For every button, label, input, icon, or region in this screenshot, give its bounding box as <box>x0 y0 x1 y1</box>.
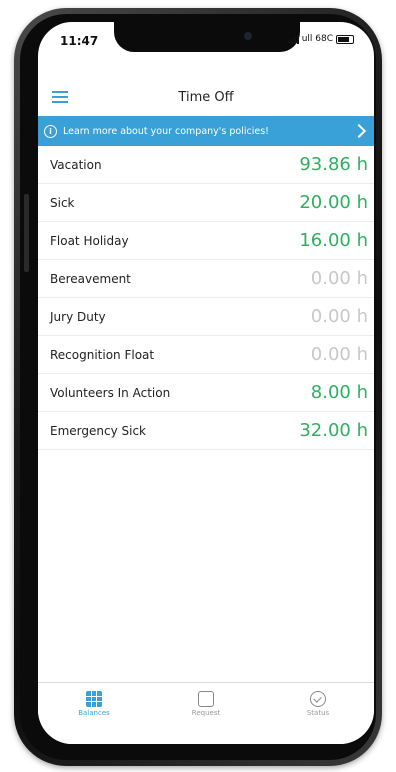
balance-value: 0.00 h <box>310 306 368 327</box>
app-screen: 11:47 ull 68C Time Off i Learn more abou… <box>38 22 374 744</box>
balance-row[interactable]: Volunteers In Action 8.00 h <box>38 374 374 412</box>
balance-row[interactable]: Recognition Float 0.00 h <box>38 336 374 374</box>
balance-label: Sick <box>50 195 75 210</box>
banner-text: Learn more about your company's policies… <box>63 125 269 137</box>
balance-value: 93.86 h <box>299 154 368 175</box>
balance-row[interactable]: Bereavement 0.00 h <box>38 260 374 298</box>
balance-row[interactable]: Float Holiday 16.00 h <box>38 222 374 260</box>
balance-row[interactable]: Vacation 93.86 h <box>38 146 374 184</box>
request-icon <box>198 691 214 707</box>
balance-label: Float Holiday <box>50 233 129 248</box>
balance-row[interactable]: Emergency Sick 32.00 h <box>38 412 374 450</box>
check-circle-icon <box>310 691 326 707</box>
tab-status[interactable]: Status <box>278 691 358 717</box>
tab-label: Status <box>306 709 330 717</box>
balance-label: Volunteers In Action <box>50 385 171 400</box>
grid-icon <box>86 691 102 707</box>
battery-icon <box>336 34 354 44</box>
balance-value: 16.00 h <box>299 230 368 251</box>
tab-request[interactable]: Request <box>166 691 246 717</box>
balance-row[interactable]: Sick 20.00 h <box>38 184 374 222</box>
balance-value: 0.00 h <box>310 344 368 365</box>
stage: 11:47 ull 68C Time Off i Learn more abou… <box>0 0 396 772</box>
chevron-right-icon <box>351 123 367 139</box>
tab-label: Request <box>191 709 221 717</box>
camera-icon <box>244 32 252 40</box>
tab-balances[interactable]: Balances <box>54 691 134 717</box>
signal-icon <box>287 34 299 44</box>
tab-bar: Balances Request Status <box>38 682 374 744</box>
balance-row[interactable]: Jury Duty 0.00 h <box>38 298 374 336</box>
balance-label: Bereavement <box>50 271 131 286</box>
balance-value: 8.00 h <box>310 382 368 403</box>
status-indicators: ull 68C <box>287 34 354 44</box>
balance-label: Recognition Float <box>50 347 155 362</box>
page-title: Time Off <box>178 90 234 105</box>
status-carrier: ull 68C <box>301 34 333 44</box>
balance-value: 20.00 h <box>299 192 368 213</box>
balance-list: Vacation 93.86 h Sick 20.00 h Float Holiday 1… <box>38 146 374 450</box>
balance-label: Vacation <box>50 157 102 172</box>
info-icon: i <box>44 124 57 138</box>
status-time: 11:47 <box>60 34 99 48</box>
volume-button <box>24 194 29 272</box>
balance-value: 0.00 h <box>310 268 368 289</box>
policy-banner[interactable]: i Learn more about your company's polici… <box>38 116 374 146</box>
nav-bar: Time Off <box>38 80 374 117</box>
tab-label: Balances <box>78 709 110 717</box>
notch <box>114 22 300 52</box>
balance-label: Jury Duty <box>50 309 106 324</box>
balance-value: 32.00 h <box>299 420 368 441</box>
balance-label: Emergency Sick <box>50 423 146 438</box>
